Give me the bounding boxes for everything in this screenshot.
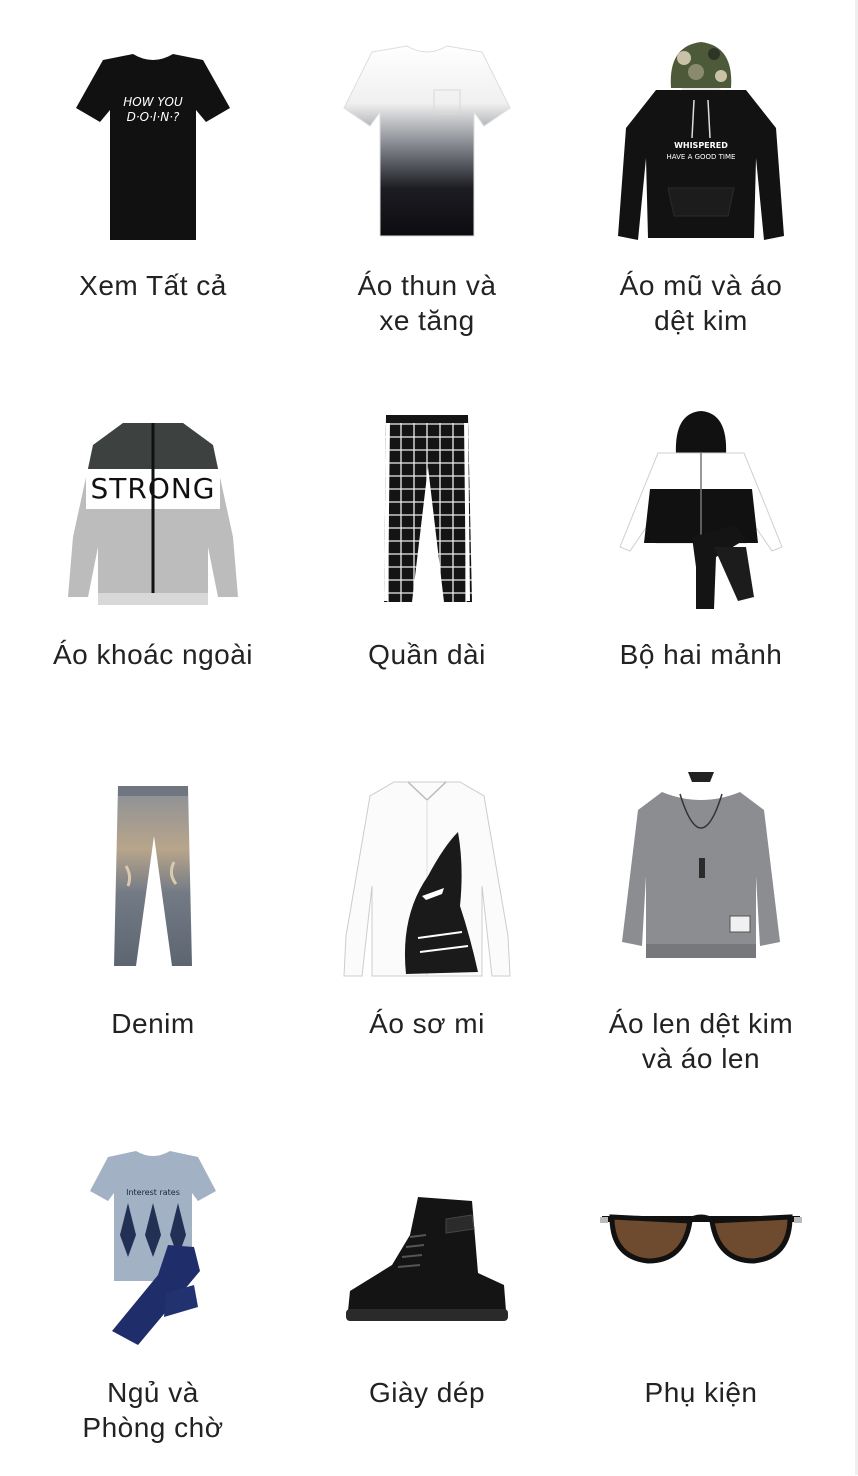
category-label: Áo len dệt kim và áo len: [608, 1008, 794, 1074]
category-outerwear[interactable]: STRONG Áo khoác ngoài: [16, 369, 290, 738]
category-view-all[interactable]: HOW YOU D·O·I·N·? Xem Tất cả: [16, 0, 290, 369]
gradient-tshirt-icon: [322, 28, 532, 258]
category-shirts[interactable]: Áo sơ mi: [290, 738, 564, 1107]
category-shoes[interactable]: Giày dép: [290, 1107, 564, 1476]
grey-sweater-icon: [596, 766, 806, 996]
category-sleep-lounge[interactable]: Interest rates Ngủ và Phòng chờ: [16, 1107, 290, 1476]
loungewear-set-icon: Interest rates: [48, 1135, 258, 1365]
lounge-print: Interest rates: [126, 1188, 180, 1197]
category-hoodies-knit[interactable]: WHISPERED HAVE A GOOD TIME Áo mũ và áo d…: [564, 0, 838, 369]
category-label: Phụ kiện: [644, 1377, 758, 1408]
category-denim[interactable]: Denim: [16, 738, 290, 1107]
black-boot-icon: [322, 1135, 532, 1365]
jeans-icon: [48, 766, 258, 996]
tshirt-print-line1: HOW YOU: [123, 95, 183, 109]
category-grid: HOW YOU D·O·I·N·? Xem Tất cả Áo thun và …: [16, 0, 838, 1476]
hoodie-print-line2: HAVE A GOOD TIME: [667, 153, 736, 161]
camo-hoodie-icon: WHISPERED HAVE A GOOD TIME: [596, 28, 806, 258]
tracksuit-icon: [596, 397, 806, 627]
shark-shirt-icon: [322, 766, 532, 996]
tshirt-print-line2: D·O·I·N·?: [127, 110, 180, 124]
category-sweaters[interactable]: Áo len dệt kim và áo len: [564, 738, 838, 1107]
category-two-piece[interactable]: Bộ hai mảnh: [564, 369, 838, 738]
category-label: Xem Tất cả: [79, 270, 227, 301]
category-pants[interactable]: Quần dài: [290, 369, 564, 738]
category-tshirts-tanks[interactable]: Áo thun và xe tăng: [290, 0, 564, 369]
strong-jacket-icon: STRONG: [48, 397, 258, 627]
black-tshirt-icon: HOW YOU D·O·I·N·?: [48, 28, 258, 258]
hoodie-print-line1: WHISPERED: [674, 141, 728, 150]
plaid-pants-icon: [322, 397, 532, 627]
category-accessories[interactable]: Phụ kiện: [564, 1107, 838, 1476]
category-label: Giày dép: [368, 1377, 486, 1408]
sunglasses-icon: [596, 1135, 806, 1365]
category-label: Quần dài: [368, 639, 486, 670]
category-label: Denim: [111, 1008, 195, 1039]
category-label: Áo sơ mi: [369, 1008, 485, 1039]
category-label: Áo thun và xe tăng: [357, 270, 497, 336]
category-label: Ngủ và Phòng chờ: [82, 1377, 224, 1443]
category-label: Bộ hai mảnh: [619, 639, 783, 670]
category-label: Áo khoác ngoài: [52, 639, 254, 670]
category-label: Áo mũ và áo dệt kim: [619, 270, 783, 336]
